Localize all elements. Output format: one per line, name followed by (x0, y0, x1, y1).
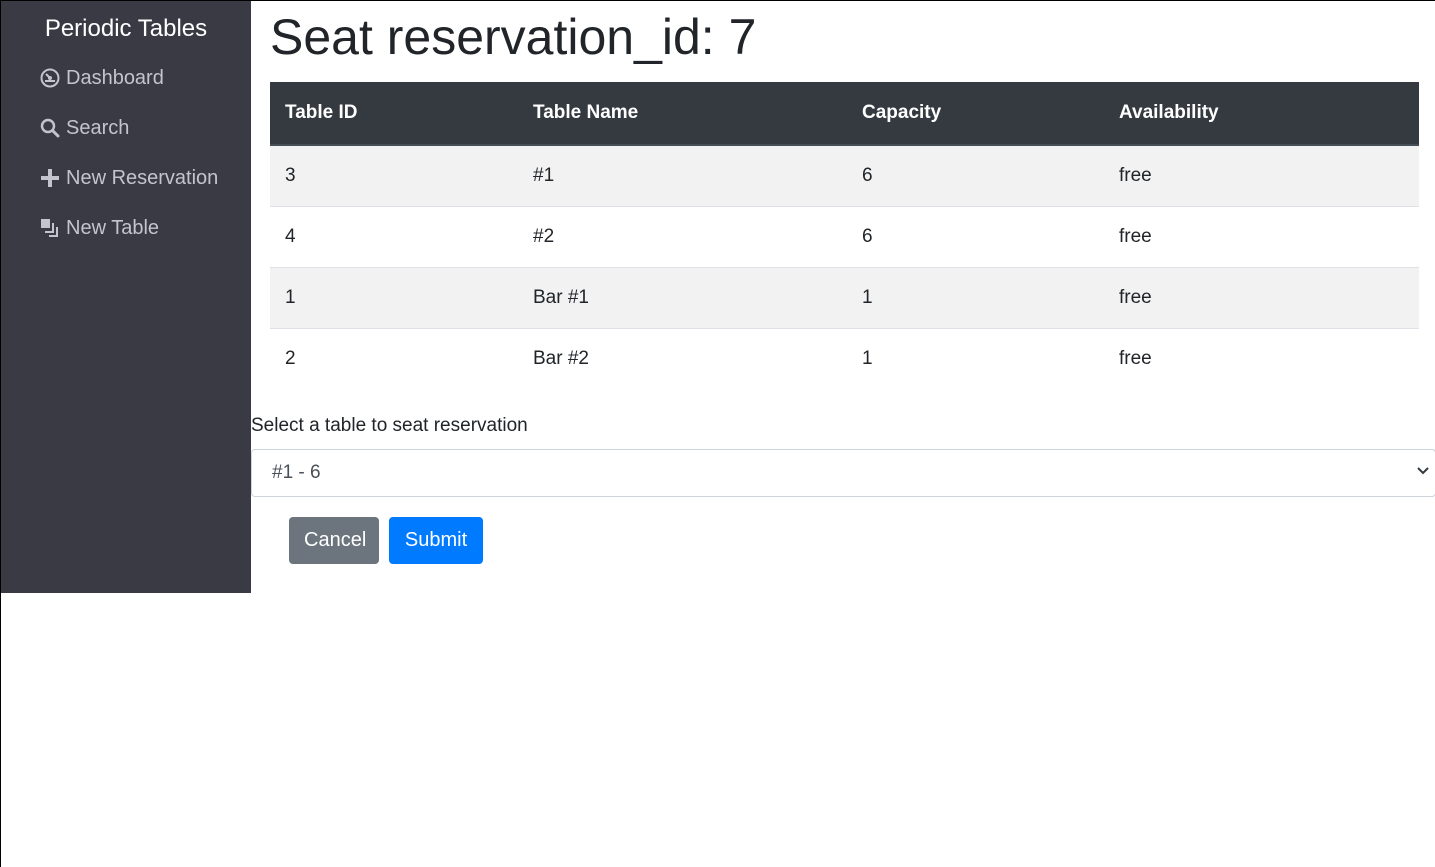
cancel-button[interactable]: Cancel (289, 517, 379, 564)
table-select-value: #1 - 6 (272, 462, 321, 483)
sidebar-item-search[interactable]: Search (1, 103, 251, 153)
sidebar: Periodic Tables Dashboard Search New Res… (1, 1, 251, 593)
table-row: 2 Bar #2 1 free (270, 327, 1419, 389)
cell-table-id: 1 (270, 266, 518, 328)
table-header-row: Table ID Table Name Capacity Availabilit… (270, 82, 1419, 146)
column-header-table-name: Table Name (518, 82, 847, 146)
cell-table-id: 4 (270, 205, 518, 267)
sidebar-item-dashboard[interactable]: Dashboard (1, 53, 251, 103)
cell-table-id: 2 (270, 327, 518, 389)
cell-capacity: 1 (847, 266, 1104, 328)
brand-title[interactable]: Periodic Tables (1, 1, 251, 53)
table-row: 3 #1 6 free (270, 145, 1419, 206)
table-row: 1 Bar #1 1 free (270, 266, 1419, 328)
column-header-capacity: Capacity (847, 82, 1104, 146)
submit-button[interactable]: Submit (389, 517, 483, 564)
table-select[interactable]: #1 - 6 (251, 449, 1435, 497)
column-header-table-id: Table ID (270, 82, 518, 146)
table-select-label: Select a table to seat reservation (251, 415, 528, 436)
sidebar-item-label: New Table (66, 216, 160, 239)
sidebar-item-new-reservation[interactable]: New Reservation (1, 153, 251, 203)
sidebar-item-label: Search (66, 116, 130, 139)
cell-capacity: 6 (862, 164, 873, 186)
cell-table-name: #2 (518, 205, 847, 267)
cell-availability: free (1104, 266, 1419, 328)
cell-table-name: #1 (533, 164, 555, 186)
page-title: Seat reservation_id: 7 (270, 9, 757, 65)
cell-availability: free (1119, 164, 1152, 186)
plus-icon (39, 167, 61, 189)
cell-table-name: Bar #1 (518, 266, 847, 328)
cell-capacity: 6 (847, 205, 1104, 267)
sidebar-item-new-table[interactable]: New Table (1, 203, 251, 253)
cell-table-id: 3 (285, 164, 296, 186)
sidebar-item-label: Dashboard (66, 66, 164, 89)
main-content: Seat reservation_id: 7 Table ID Table Na… (251, 1, 1435, 564)
table-row: 4 #2 6 free (270, 205, 1419, 267)
form-buttons: Cancel Submit (289, 517, 1435, 564)
sidebar-item-label: New Reservation (66, 166, 219, 189)
chevron-down-icon (1415, 462, 1431, 484)
dashboard-icon (39, 67, 61, 89)
search-icon (39, 117, 61, 139)
cell-capacity: 1 (847, 327, 1104, 389)
column-header-availability: Availability (1104, 82, 1419, 146)
cell-availability: free (1104, 327, 1419, 389)
tables-table: Table ID Table Name Capacity Availabilit… (270, 82, 1419, 389)
cell-table-name: Bar #2 (518, 327, 847, 389)
cell-availability: free (1104, 205, 1419, 267)
layers-icon (39, 217, 61, 239)
